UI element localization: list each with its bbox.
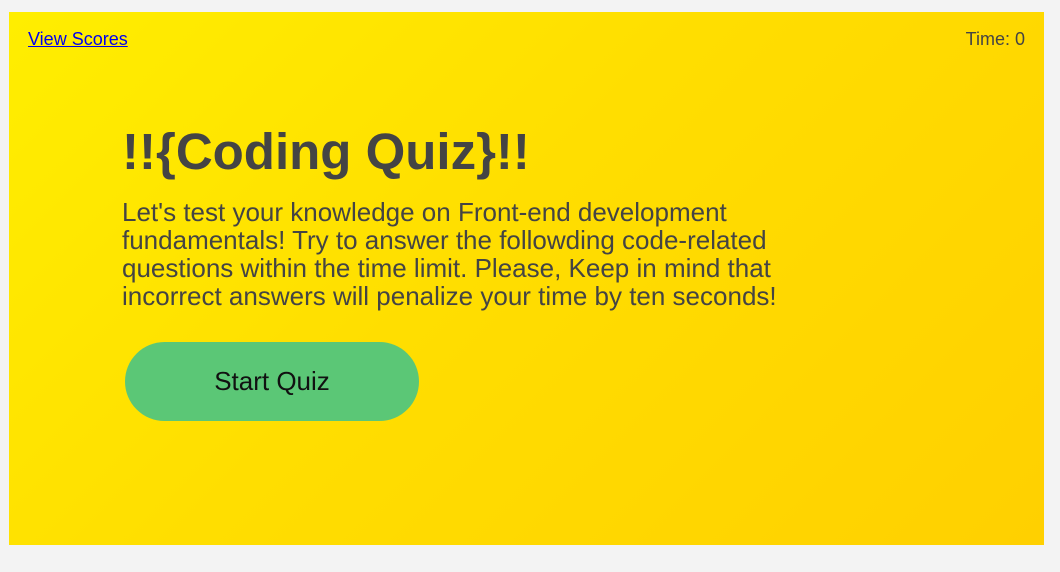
quiz-description: Let's test your knowledge on Front-end d… (122, 197, 777, 311)
view-scores-link[interactable]: View Scores (28, 29, 128, 49)
quiz-panel: View Scores Time: 0 !!{Coding Quiz}!! Le… (9, 12, 1044, 545)
start-quiz-button[interactable]: Start Quiz (125, 342, 419, 421)
timer-display: Time: 0 (965, 29, 1025, 49)
page-title: !!{Coding Quiz}!! (122, 123, 530, 180)
intro-section: !!{Coding Quiz}!! Let's test your knowle… (122, 120, 862, 310)
